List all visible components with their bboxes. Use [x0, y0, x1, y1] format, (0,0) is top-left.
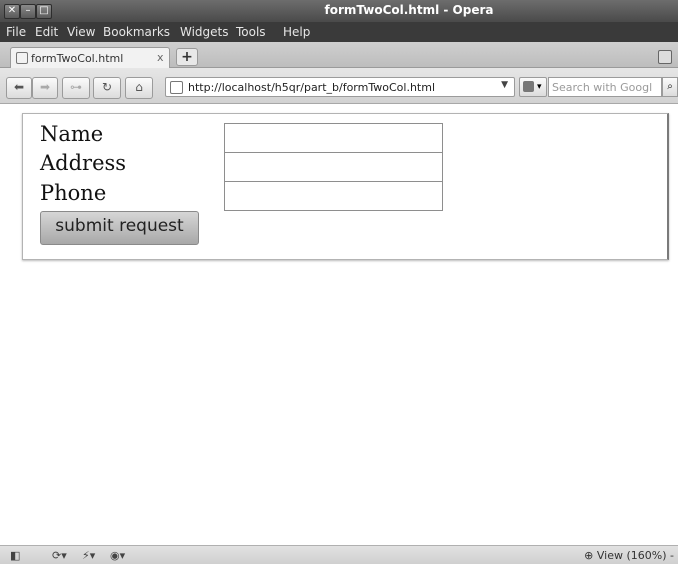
address-input[interactable] [224, 152, 443, 182]
unite-icon[interactable]: ⚡▾ [82, 549, 95, 562]
menu-bookmarks[interactable]: Bookmarks [103, 25, 170, 39]
tab-formtwocol[interactable]: formTwoCol.html x [10, 47, 170, 68]
trash-icon[interactable] [658, 50, 672, 64]
forward-icon[interactable]: ➡ [32, 77, 58, 99]
menu-bar: File Edit View Bookmarks Widgets Tools H… [0, 22, 678, 42]
reload-icon[interactable]: ↻ [93, 77, 121, 99]
panel-toggle-icon[interactable]: ◧ [10, 549, 20, 562]
menu-edit[interactable]: Edit [35, 25, 58, 39]
new-tab-button[interactable]: + [176, 48, 198, 66]
title-bar: ✕ – □ formTwoCol.html - Opera [0, 0, 678, 22]
name-label: Name [40, 122, 104, 146]
menu-view[interactable]: View [67, 25, 95, 39]
search-icon[interactable]: ⌕ [662, 77, 678, 97]
zoom-icon: ⊕ [584, 549, 594, 562]
key-icon[interactable]: ⊶ [62, 77, 90, 99]
navigation-toolbar: ⬅ ➡ ⊶ ↻ ⌂ http://localhost/h5qr/part_b/f… [0, 68, 678, 104]
chevron-down-icon: ▾ [537, 82, 542, 92]
window-title: formTwoCol.html - Opera [324, 3, 494, 17]
url-text: http://localhost/h5qr/part_b/formTwoCol.… [188, 81, 436, 94]
zoom-dropdown: - [670, 549, 674, 562]
address-field[interactable]: http://localhost/h5qr/part_b/formTwoCol.… [165, 77, 515, 97]
menu-help[interactable]: Help [283, 25, 310, 39]
page-icon [16, 52, 28, 64]
home-icon[interactable]: ⌂ [125, 77, 153, 99]
form-container: Name Address Phone submit request [22, 113, 669, 260]
search-engine-icon [523, 81, 534, 92]
page-icon [170, 81, 183, 94]
tab-label: formTwoCol.html [31, 52, 124, 65]
search-placeholder: Search with Googl [552, 81, 653, 94]
zoom-text: View (160%) [596, 549, 667, 562]
menu-widgets[interactable]: Widgets [180, 25, 229, 39]
submit-request-button[interactable]: submit request [40, 211, 199, 245]
tab-close-icon[interactable]: x [157, 51, 164, 64]
turbo-icon[interactable]: ◉▾ [110, 549, 125, 562]
phone-label: Phone [40, 181, 107, 205]
menu-file[interactable]: File [6, 25, 26, 39]
back-icon[interactable]: ⬅ [6, 77, 32, 99]
status-bar: ◧ ⟳▾ ⚡▾ ◉▾ ⊕ View (160%) - [0, 545, 678, 564]
tab-bar: formTwoCol.html x + [0, 42, 678, 68]
sync-icon[interactable]: ⟳▾ [52, 549, 67, 562]
address-label: Address [40, 151, 127, 175]
search-input[interactable]: Search with Googl [548, 77, 662, 97]
chevron-down-icon[interactable]: ▼ [501, 80, 508, 90]
page-content: Name Address Phone submit request [0, 105, 678, 545]
menu-tools[interactable]: Tools [236, 25, 266, 39]
zoom-control[interactable]: ⊕ View (160%) - [584, 549, 674, 562]
search-engine-select[interactable]: ▾ [519, 77, 547, 97]
phone-input[interactable] [224, 181, 443, 211]
name-input[interactable] [224, 123, 443, 153]
